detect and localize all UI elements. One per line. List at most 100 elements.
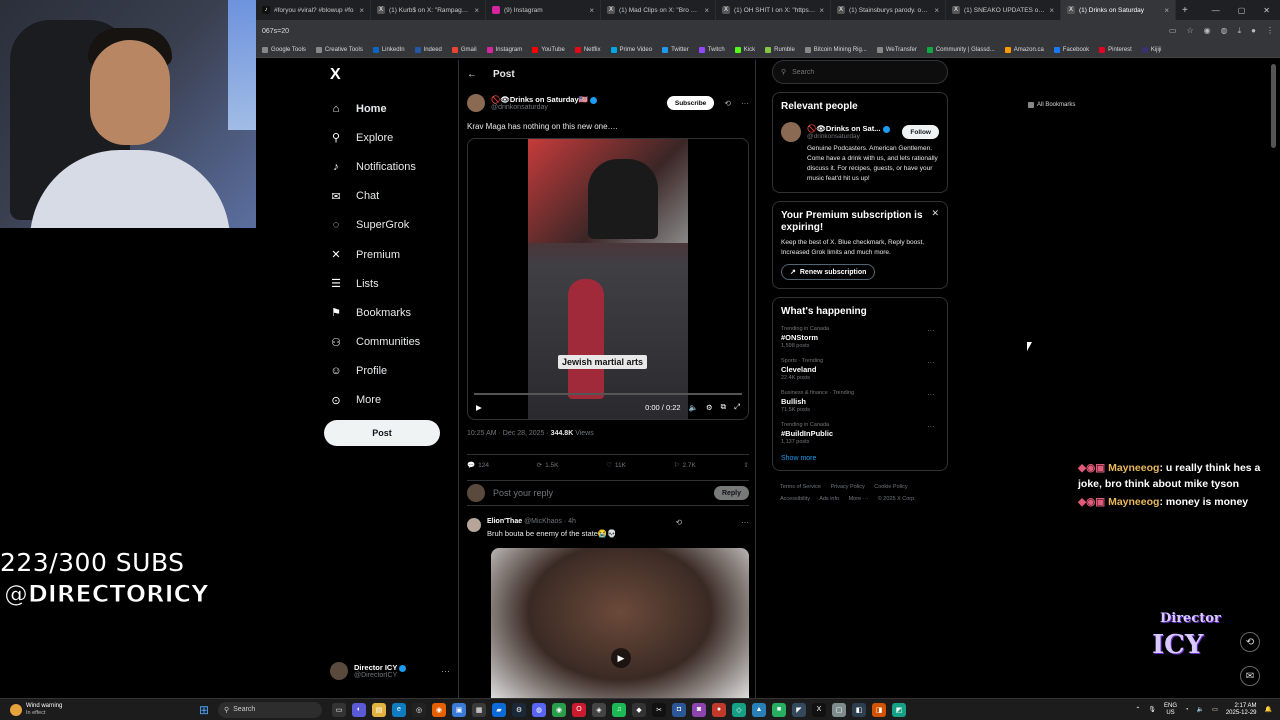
download-icon[interactable]: ⤓: [1238, 26, 1242, 36]
author-handle[interactable]: @drinkonsaturday: [491, 104, 597, 111]
maximize-icon[interactable]: ▢: [1238, 6, 1246, 15]
bookmark-item[interactable]: WeTransfer: [876, 46, 917, 53]
search-input[interactable]: [792, 68, 923, 76]
renew-subscription-button[interactable]: ↗ Renew subscription: [781, 264, 876, 280]
minimize-icon[interactable]: —: [1212, 6, 1220, 15]
trend-item[interactable]: Business & finance · Trending Bullish 71…: [781, 390, 939, 413]
bookmark-item[interactable]: Twitch: [698, 46, 725, 53]
sidebar-item-supergrok[interactable]: ◌ SuperGrok: [330, 211, 420, 240]
x-logo-icon[interactable]: X: [812, 702, 826, 717]
relevant-person[interactable]: 🚫👁Drinks on Sat... @drinkonsaturday Foll…: [781, 122, 939, 142]
window-close-icon[interactable]: ✕: [1263, 6, 1270, 15]
sidebar-item-more[interactable]: ⊙ More: [330, 386, 420, 415]
back-arrow-icon[interactable]: ←: [467, 69, 477, 80]
more-dots-icon[interactable]: ···: [441, 666, 450, 676]
footer-link[interactable]: Privacy Policy: [831, 484, 865, 490]
share-action[interactable]: ⇪: [744, 461, 749, 469]
bookmark-item[interactable]: Prime Video: [610, 46, 652, 53]
video-progress-bar[interactable]: [474, 393, 742, 395]
more-dots-icon[interactable]: ···: [927, 326, 935, 335]
bookmark-item[interactable]: Twitter: [662, 46, 689, 53]
app-icon[interactable]: ■: [772, 702, 786, 717]
capcut-icon[interactable]: ✂: [652, 702, 666, 717]
copilot-icon[interactable]: ◐: [352, 702, 366, 717]
post-timestamp[interactable]: 10:25 AM · Dec 28, 2025 ·: [467, 430, 551, 437]
app-icon[interactable]: ◩: [892, 702, 906, 717]
bookmark-item[interactable]: Facebook: [1053, 46, 1089, 53]
reply-action[interactable]: 💬 124: [467, 461, 489, 470]
bookmark-item[interactable]: YouTube: [532, 46, 565, 53]
footer-link[interactable]: Ads info: [819, 496, 839, 502]
trend-item[interactable]: Trending in Canada #ONStorm 1,598 posts …: [781, 326, 939, 349]
address-url[interactable]: 067s=20: [262, 28, 1169, 35]
settings-gear-icon[interactable]: ⚙: [706, 403, 713, 412]
grok-icon[interactable]: ⟲: [724, 99, 731, 108]
messages-float-icon[interactable]: ✉: [1240, 666, 1260, 686]
close-icon[interactable]: ×: [934, 6, 939, 15]
close-icon[interactable]: ×: [474, 6, 479, 15]
page-scrollbar[interactable]: [1271, 60, 1276, 700]
author-name[interactable]: 🚫👁Drinks on Saturday🇺🇸: [491, 95, 588, 104]
reply-input[interactable]: Post your reply: [493, 488, 706, 498]
video-player[interactable]: Jewish martial arts ▶ 0:00 / 0:22 🔈 ⚙ ⧉ …: [467, 138, 749, 420]
app-icon[interactable]: ◧: [852, 702, 866, 717]
avatar[interactable]: [467, 94, 485, 112]
sidebar-item-bookmarks[interactable]: ⚑ Bookmarks: [330, 298, 420, 327]
task-view-icon[interactable]: ▭: [332, 702, 346, 717]
app-icon[interactable]: ◈: [592, 702, 606, 717]
cast-icon[interactable]: ▭: [1169, 26, 1177, 36]
browser-tab[interactable]: X (1) SNEAKO UPDATES on X: " ×: [946, 0, 1061, 20]
close-icon[interactable]: ✕: [931, 208, 939, 219]
sidebar-item-explore[interactable]: ⚲ Explore: [330, 123, 420, 152]
x-logo-icon[interactable]: X: [330, 66, 341, 84]
sidebar-item-profile[interactable]: ☺ Profile: [330, 357, 420, 386]
app-icon[interactable]: ◇: [732, 702, 746, 717]
microphone-icon[interactable]: 🎙: [1148, 706, 1156, 713]
person-name[interactable]: 🚫👁Drinks on Sat...: [807, 124, 880, 133]
footer-link[interactable]: Terms of Service: [780, 484, 821, 490]
trend-item[interactable]: Trending in Canada #BuildInPublic 1,137 …: [781, 422, 939, 445]
browser-tab[interactable]: ♪ #foryou #viral? #blowup #fo ×: [256, 0, 371, 20]
sidebar-item-home[interactable]: ⌂ Home: [330, 94, 420, 123]
obs-icon[interactable]: ◎: [412, 702, 426, 717]
browser-tab[interactable]: X (1) OH SHIT I on X: "https://t ×: [716, 0, 831, 20]
extension-icon[interactable]: ◉: [1204, 26, 1211, 36]
browser-tab-active[interactable]: X (1) Drinks on Saturday ×: [1061, 0, 1176, 20]
wifi-icon[interactable]: ◔: [1185, 707, 1189, 713]
photos-icon[interactable]: ▣: [452, 702, 466, 717]
bookmark-item[interactable]: Kijiji: [1141, 46, 1162, 53]
weather-widget[interactable]: Wind warning In effect: [0, 703, 196, 717]
bookmark-item[interactable]: Google Tools: [262, 46, 306, 53]
all-bookmarks[interactable]: All Bookmarks: [1028, 102, 1204, 108]
grok-float-icon[interactable]: ⟲: [1240, 632, 1260, 652]
battery-icon[interactable]: ▭: [1212, 706, 1218, 713]
footer-link[interactable]: Cookie Policy: [874, 484, 907, 490]
fullscreen-icon[interactable]: ⤢: [734, 402, 740, 412]
menu-icon[interactable]: ⋮: [1266, 26, 1274, 36]
more-dots-icon[interactable]: ···: [927, 422, 935, 431]
close-icon[interactable]: ×: [359, 6, 364, 15]
bookmark-item[interactable]: LinkedIn: [372, 46, 405, 53]
sidebar-item-lists[interactable]: ☰ Lists: [330, 269, 420, 298]
app-icon[interactable]: ◙: [692, 702, 706, 717]
trend-item[interactable]: Sports · Trending Cleveland 22.4K posts …: [781, 358, 939, 381]
steam-icon[interactable]: ⚙: [512, 702, 526, 717]
bookmark-item[interactable]: Amazon.ca: [1004, 46, 1044, 53]
app-icon[interactable]: ▲: [752, 702, 766, 717]
app-icon[interactable]: ▢: [832, 702, 846, 717]
star-icon[interactable]: ☆: [1186, 26, 1193, 36]
bookmark-item[interactable]: Bitcoin Mining Rig...: [804, 46, 867, 53]
address-bar[interactable]: 067s=20 ▭ ☆ ◉ ◍ ⤓ ● ⋮: [256, 20, 1280, 42]
sidebar-item-premium[interactable]: ✕ Premium: [330, 240, 420, 269]
file-explorer-icon[interactable]: ▤: [372, 702, 386, 717]
language-indicator[interactable]: ENG US: [1164, 703, 1177, 717]
more-dots-icon[interactable]: ···: [927, 358, 935, 367]
windows-start-icon[interactable]: ⊞: [196, 702, 212, 718]
app-icon[interactable]: ●: [712, 702, 726, 717]
discord-icon[interactable]: ◍: [532, 702, 546, 717]
taskbar-search[interactable]: ⚲ Search: [218, 701, 322, 718]
follow-button[interactable]: Follow: [902, 125, 939, 139]
more-dots-icon[interactable]: ···: [741, 99, 749, 108]
opera-icon[interactable]: O: [572, 702, 586, 717]
scrollbar-thumb[interactable]: [1271, 64, 1276, 148]
